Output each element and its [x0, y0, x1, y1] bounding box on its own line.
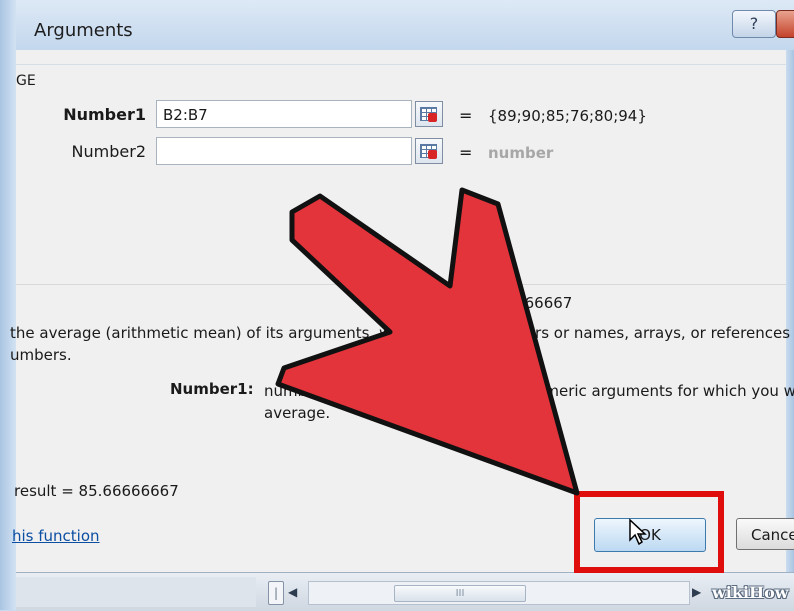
- mouse-cursor-icon: [629, 518, 647, 546]
- scrollbar-thumb[interactable]: III: [394, 585, 526, 602]
- function-description: the average (arithmetic mean) of its arg…: [10, 322, 794, 366]
- arguments-group: GE: [16, 64, 786, 289]
- title-bar: Arguments ?: [16, 0, 794, 50]
- ok-button-highlight: [574, 491, 724, 573]
- tab-split-handle[interactable]: |: [268, 581, 284, 605]
- help-button[interactable]: ?: [732, 10, 776, 38]
- number1-result: {89;90;85;76;80;94}: [488, 107, 647, 125]
- number2-input[interactable]: [156, 137, 412, 165]
- cancel-button[interactable]: Cance: [736, 518, 794, 550]
- group-label: GE: [16, 73, 39, 89]
- close-button[interactable]: [776, 10, 794, 38]
- sheet-tab-area: [16, 577, 256, 607]
- number1-range-picker-button[interactable]: [415, 101, 443, 127]
- function-result-preview: 66666667: [496, 294, 573, 312]
- scroll-right-icon[interactable]: ▶: [692, 581, 708, 603]
- section-divider: [16, 284, 786, 285]
- help-on-function-link[interactable]: his function: [12, 527, 100, 545]
- argument-help-line: average.: [264, 404, 331, 422]
- number1-label: Number1: [63, 105, 146, 124]
- horizontal-scrollbar[interactable]: III: [308, 581, 690, 605]
- formula-result: result = 85.66666667: [14, 482, 179, 500]
- window-frame-left: [0, 0, 16, 610]
- description-line: the average (arithmetic mean) of its arg…: [10, 324, 794, 342]
- range-picker-icon-marker: [428, 113, 437, 122]
- range-picker-icon-marker: [428, 150, 437, 159]
- description-line: umbers.: [10, 346, 72, 364]
- number2-result: number: [488, 144, 554, 162]
- number1-input[interactable]: B2:B7: [156, 100, 412, 128]
- sheet-status-bar: | ◀ III ▶ wikiHow: [16, 572, 794, 611]
- number2-range-picker-button[interactable]: [415, 138, 443, 164]
- argument-help-label: Number1:: [170, 380, 254, 398]
- window-title: Arguments: [34, 20, 133, 41]
- equals-sign: =: [459, 143, 473, 162]
- equals-sign: =: [459, 106, 473, 125]
- number2-label: Number2: [71, 142, 146, 161]
- argument-help-text: number1,number2,... are 1 to 255 numeric…: [264, 380, 794, 424]
- wikihow-watermark: wikiHow: [712, 583, 789, 602]
- argument-help-line: number1,number2,... are 1 to 255 numeric…: [264, 382, 794, 400]
- scroll-left-icon[interactable]: ◀: [288, 581, 304, 603]
